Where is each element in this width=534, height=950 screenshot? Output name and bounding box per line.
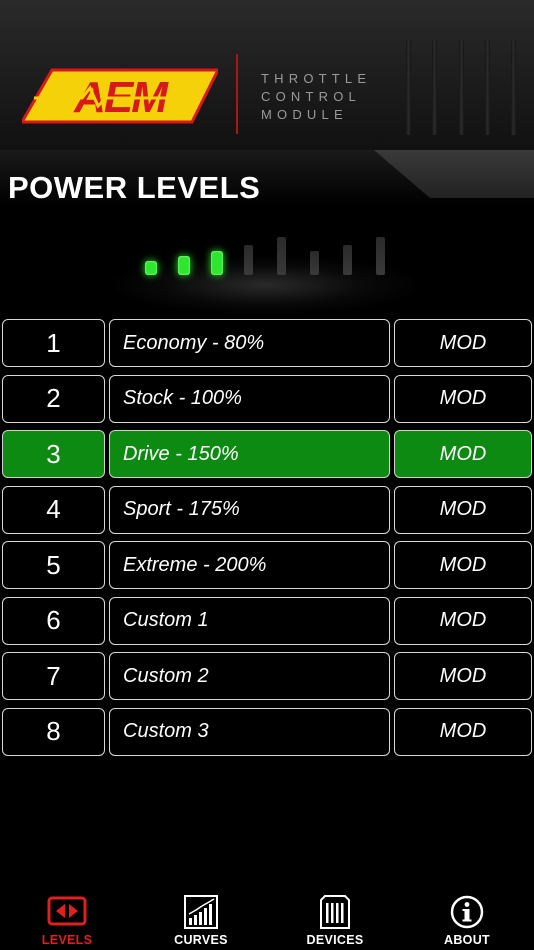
level-row-3[interactable]: 3 Drive - 150% MOD — [0, 430, 534, 478]
level-mod-button[interactable]: MOD — [394, 319, 532, 367]
curves-icon — [184, 895, 218, 929]
header-vents — [406, 40, 516, 135]
indicator-bar — [211, 251, 223, 275]
tagline-line-3: MODULE — [261, 107, 348, 122]
level-number[interactable]: 2 — [2, 374, 105, 423]
level-row-2[interactable]: 2 Stock - 100% MOD — [0, 374, 534, 423]
app-header: AEM THROTTLE CONTROL MODULE POWER LEVELS — [0, 0, 534, 205]
nav-tab-levels[interactable]: LEVELS — [0, 888, 134, 950]
level-name[interactable]: Drive - 150% — [109, 430, 390, 478]
level-mod-button[interactable]: MOD — [394, 485, 532, 534]
level-name[interactable]: Extreme - 200% — [109, 541, 390, 589]
level-row-6[interactable]: 6 Custom 1 MOD — [0, 596, 534, 645]
indicator-bar — [376, 237, 385, 275]
level-mod-button[interactable]: MOD — [394, 707, 532, 756]
level-name[interactable]: Custom 3 — [109, 707, 390, 756]
bottom-nav: LEVELS CURVES DEVICES ABOUT — [0, 888, 534, 950]
levels-icon — [47, 896, 87, 926]
nav-tab-curves[interactable]: CURVES — [134, 888, 268, 950]
logo-divider — [236, 54, 238, 134]
nav-label-about: ABOUT — [444, 933, 490, 947]
level-number[interactable]: 7 — [2, 652, 105, 700]
product-tagline: THROTTLE CONTROL MODULE — [261, 70, 371, 124]
level-mod-button[interactable]: MOD — [394, 430, 532, 478]
level-number[interactable]: 8 — [2, 707, 105, 756]
nav-tab-devices[interactable]: DEVICES — [268, 888, 402, 950]
nav-tab-about[interactable]: ABOUT — [400, 888, 534, 950]
nav-label-curves: CURVES — [174, 933, 228, 947]
level-name[interactable]: Stock - 100% — [109, 374, 390, 423]
about-icon — [450, 895, 484, 929]
indicator-bar — [178, 256, 190, 275]
aem-logo: AEM — [22, 68, 218, 124]
level-mod-button[interactable]: MOD — [394, 374, 532, 423]
level-number[interactable]: 6 — [2, 596, 105, 645]
level-row-5[interactable]: 5 Extreme - 200% MOD — [0, 541, 534, 589]
level-number[interactable]: 5 — [2, 541, 105, 589]
level-mod-button[interactable]: MOD — [394, 541, 532, 589]
level-mod-button[interactable]: MOD — [394, 652, 532, 700]
level-name[interactable]: Custom 1 — [109, 596, 390, 645]
power-level-indicator — [110, 215, 420, 315]
level-name[interactable]: Economy - 80% — [109, 319, 390, 367]
page-title: POWER LEVELS — [8, 170, 261, 205]
level-number[interactable]: 1 — [2, 319, 105, 367]
level-row-8[interactable]: 8 Custom 3 MOD — [0, 707, 534, 756]
indicator-bar — [310, 251, 319, 275]
level-row-1[interactable]: 1 Economy - 80% MOD — [0, 319, 534, 367]
indicator-bar — [343, 245, 352, 275]
devices-icon — [320, 895, 350, 929]
indicator-bar — [145, 261, 157, 275]
tagline-line-2: CONTROL — [261, 89, 361, 104]
tagline-line-1: THROTTLE — [261, 71, 372, 86]
level-name[interactable]: Custom 2 — [109, 652, 390, 700]
nav-label-devices: DEVICES — [306, 933, 364, 947]
indicator-bar — [277, 237, 286, 275]
level-mod-button[interactable]: MOD — [394, 596, 532, 645]
level-number[interactable]: 4 — [2, 485, 105, 534]
level-name[interactable]: Sport - 175% — [109, 485, 390, 534]
nav-label-levels: LEVELS — [41, 933, 93, 947]
level-row-4[interactable]: 4 Sport - 175% MOD — [0, 485, 534, 534]
level-number[interactable]: 3 — [2, 430, 105, 478]
level-row-7[interactable]: 7 Custom 2 MOD — [0, 652, 534, 700]
indicator-bar — [244, 245, 253, 275]
